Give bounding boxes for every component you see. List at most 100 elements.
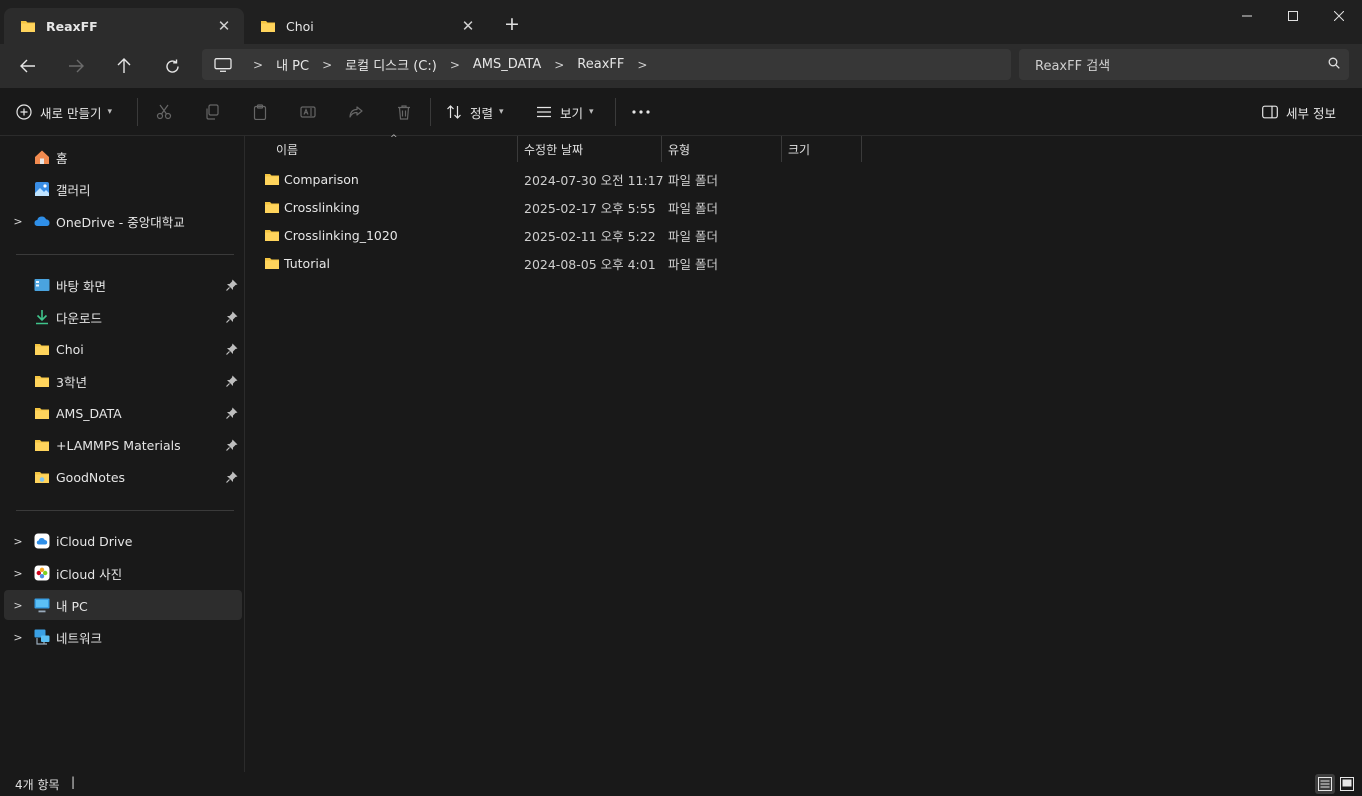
column-divider[interactable] — [661, 136, 662, 162]
close-window-button[interactable] — [1316, 0, 1362, 32]
sidebar-item-ams-data[interactable]: AMS_DATA — [4, 398, 242, 428]
chevron-right-icon[interactable]: > — [12, 535, 24, 548]
status-bar: 4개 항목 | — [0, 772, 1362, 796]
sidebar-item-label: +LAMMPS Materials — [56, 437, 181, 453]
sidebar-item-goodnotes[interactable]: GoodNotes — [4, 462, 242, 492]
search-input[interactable]: ReaxFF 검색 — [1019, 49, 1349, 80]
share-button[interactable] — [341, 97, 371, 127]
table-row[interactable]: Tutorial 2024-08-05 오후 4:01 파일 폴더 — [246, 249, 866, 277]
item-count: 4개 항목 — [15, 778, 60, 792]
rename-button[interactable] — [293, 97, 323, 127]
sidebar-item-onedrive[interactable]: > OneDrive - 중앙대학교 — [4, 206, 242, 236]
new-tab-button[interactable]: + — [500, 12, 524, 36]
copy-button[interactable] — [197, 97, 227, 127]
maximize-icon — [1288, 11, 1298, 21]
sidebar-item-label: AMS_DATA — [56, 405, 122, 421]
chevron-right-icon[interactable]: > — [12, 567, 24, 580]
view-button[interactable]: 보기 ▾ — [536, 97, 594, 127]
column-header-name[interactable]: 이름 — [276, 136, 298, 162]
chevron-right-icon: > — [253, 57, 264, 72]
toolbar-divider — [137, 98, 138, 126]
sidebar-item-desktop[interactable]: 바탕 화면 — [4, 270, 242, 300]
close-tab-icon[interactable]: ✕ — [210, 17, 238, 35]
close-icon — [1334, 11, 1344, 21]
folder-icon — [21, 21, 35, 32]
minimize-button[interactable] — [1224, 0, 1270, 32]
sidebar-item-my-pc[interactable]: > 내 PC — [4, 590, 242, 620]
pin-icon[interactable] — [226, 279, 238, 291]
address-bar[interactable]: > 내 PC > 로컬 디스크 (C:) > AMS_DATA > ReaxFF… — [202, 49, 1011, 80]
table-row[interactable]: Crosslinking_1020 2025-02-11 오후 5:22 파일 … — [246, 221, 866, 249]
sidebar-item-home[interactable]: 홈 — [4, 142, 242, 172]
maximize-button[interactable] — [1270, 0, 1316, 32]
folder-icon — [265, 258, 279, 269]
table-row[interactable]: Comparison 2024-07-30 오전 11:17 파일 폴더 — [246, 165, 866, 193]
table-row[interactable]: Crosslinking 2025-02-17 오후 5:55 파일 폴더 — [246, 193, 866, 221]
details-view-button[interactable] — [1315, 774, 1335, 794]
column-header-type[interactable]: 유형 — [668, 136, 690, 162]
sidebar-item-3rd-year[interactable]: 3학년 — [4, 366, 242, 396]
navigation-pane: 홈 갤러리 > OneDrive - 중앙대학교 바탕 화면 다운로드 Choi… — [0, 136, 245, 772]
sidebar-item-icloud-photos[interactable]: > iCloud 사진 — [4, 558, 242, 588]
column-divider[interactable] — [517, 136, 518, 162]
pin-icon[interactable] — [226, 343, 238, 355]
pin-icon[interactable] — [226, 439, 238, 451]
monitor-icon — [214, 57, 232, 72]
more-icon — [626, 97, 656, 127]
sidebar-item-choi[interactable]: Choi — [4, 334, 242, 364]
tab-choi[interactable]: Choi ✕ — [244, 8, 488, 44]
details-pane-button[interactable]: 세부 정보 — [1262, 97, 1336, 127]
breadcrumb-local-disk[interactable]: 로컬 디스크 (C:) — [345, 55, 437, 74]
refresh-button[interactable] — [155, 50, 189, 82]
up-button[interactable] — [107, 50, 141, 82]
column-divider[interactable] — [861, 136, 862, 162]
breadcrumb-ams-data[interactable]: AMS_DATA — [473, 57, 541, 72]
chevron-right-icon[interactable]: > — [12, 215, 24, 228]
paste-button[interactable] — [245, 97, 275, 127]
sidebar-item-icloud-drive[interactable]: > iCloud Drive — [4, 526, 242, 556]
chevron-right-icon[interactable]: > — [637, 58, 647, 72]
sidebar-item-label: 갤러리 — [56, 182, 91, 198]
search-placeholder: ReaxFF 검색 — [1035, 59, 1111, 74]
sidebar-item-label: Choi — [56, 341, 84, 357]
new-button[interactable]: 새로 만들기 ▾ — [16, 97, 112, 127]
column-divider[interactable] — [781, 136, 782, 162]
new-button-label: 새로 만들기 — [40, 105, 102, 121]
cut-button[interactable] — [149, 97, 179, 127]
chevron-right-icon[interactable]: > — [322, 58, 332, 72]
breadcrumb-reaxff[interactable]: ReaxFF — [577, 57, 624, 72]
breadcrumb-my-pc[interactable]: 내 PC — [276, 55, 309, 74]
file-modified: 2024-08-05 오후 4:01 — [524, 256, 656, 272]
sidebar-divider — [16, 510, 234, 511]
large-icons-view-button[interactable] — [1337, 774, 1357, 794]
sidebar-item-network[interactable]: > 네트워크 — [4, 622, 242, 652]
chevron-down-icon: ▾ — [589, 107, 594, 117]
file-modified: 2025-02-17 오후 5:55 — [524, 200, 656, 216]
sidebar-item-label: 바탕 화면 — [56, 278, 106, 294]
chevron-right-icon[interactable]: > — [12, 631, 24, 644]
pin-icon[interactable] — [226, 407, 238, 419]
chevron-right-icon[interactable]: > — [554, 58, 564, 72]
pin-icon[interactable] — [226, 471, 238, 483]
close-tab-icon[interactable]: ✕ — [454, 17, 482, 35]
plus-circle-icon — [16, 104, 32, 120]
chevron-down-icon: ▾ — [499, 107, 504, 117]
delete-button[interactable] — [389, 97, 419, 127]
pin-icon[interactable] — [226, 311, 238, 323]
tab-reaxff[interactable]: ReaxFF ✕ — [4, 8, 244, 44]
home-icon — [34, 149, 50, 165]
column-header-modified[interactable]: 수정한 날짜 — [524, 136, 583, 162]
pin-icon[interactable] — [226, 375, 238, 387]
column-header-size[interactable]: 크기 — [788, 136, 810, 162]
chevron-right-icon[interactable]: > — [450, 58, 460, 72]
sidebar-item-lammps-materials[interactable]: +LAMMPS Materials — [4, 430, 242, 460]
thumbnail-view-icon — [1340, 777, 1354, 791]
sidebar-item-gallery[interactable]: 갤러리 — [4, 174, 242, 204]
sidebar-item-label: 네트워크 — [56, 630, 103, 646]
forward-button[interactable] — [59, 50, 93, 82]
more-options-button[interactable] — [626, 97, 656, 127]
sort-button[interactable]: 정렬 ▾ — [446, 97, 504, 127]
sidebar-item-downloads[interactable]: 다운로드 — [4, 302, 242, 332]
chevron-right-icon[interactable]: > — [12, 599, 24, 612]
back-button[interactable] — [11, 50, 45, 82]
